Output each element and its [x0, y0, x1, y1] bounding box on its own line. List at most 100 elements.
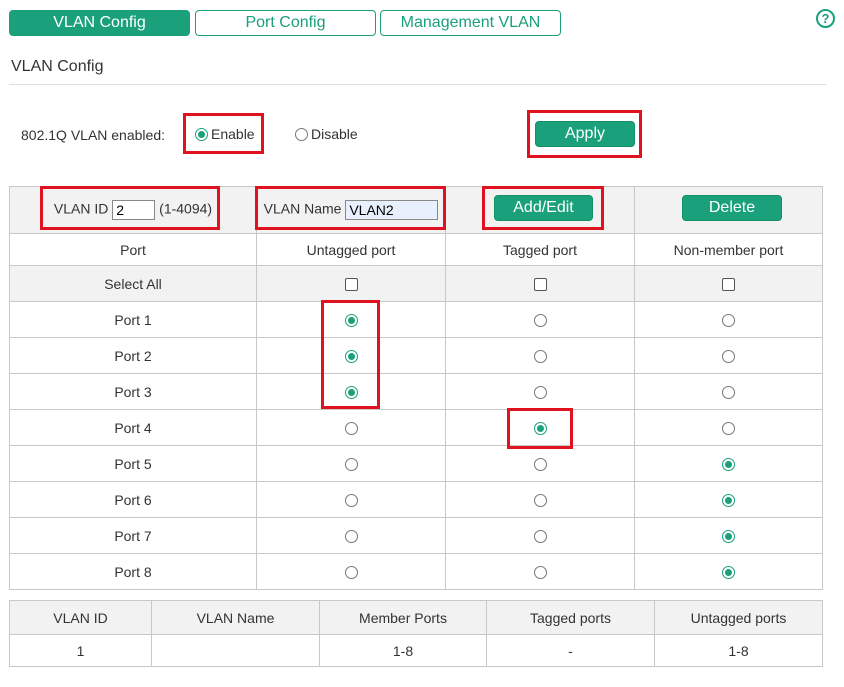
port-nonmember-cell — [634, 553, 823, 590]
port-tagged-radio[interactable] — [533, 386, 547, 400]
port-tagged-cell — [445, 517, 635, 554]
port-nonmember-radio[interactable] — [722, 530, 735, 544]
port-nonmember-radio[interactable] — [722, 494, 735, 508]
table-row: 1 1-8-1-8 — [9, 634, 823, 667]
delete-button[interactable]: Delete — [682, 195, 782, 221]
select-all-tagged-cell — [445, 265, 635, 302]
port-nonmember-radio[interactable] — [722, 458, 735, 472]
port-name: Port 8 — [9, 553, 257, 590]
port-name: Port 2 — [9, 337, 257, 374]
disable-label: Disable — [311, 126, 358, 142]
port-tagged-radio[interactable] — [533, 350, 547, 364]
port-untagged-cell — [256, 517, 446, 554]
port-untagged-radio[interactable] — [344, 422, 358, 436]
table-cell: 1-8 — [319, 634, 487, 667]
summary-header-tagged-ports: Tagged ports — [486, 600, 655, 635]
select-all-label: Select All — [9, 265, 257, 302]
table-row: Port 2 — [9, 337, 823, 374]
port-nonmember-cell — [634, 301, 823, 338]
header-port: Port — [9, 233, 257, 266]
summary-header-vlan-id: VLAN ID — [9, 600, 152, 635]
port-nonmember-cell — [634, 445, 823, 482]
table-cell — [151, 634, 320, 667]
apply-button[interactable]: Apply — [535, 121, 635, 147]
table-row: Port 6 — [9, 481, 823, 518]
header-nonmember: Non-member port — [634, 233, 823, 266]
header-tagged: Tagged port — [445, 233, 635, 266]
port-untagged-radio[interactable] — [344, 530, 358, 544]
select-all-tagged-checkbox[interactable] — [533, 278, 547, 292]
disable-radio-option[interactable]: Disable — [295, 126, 358, 142]
table-row: Port 3 — [9, 373, 823, 410]
table-cell: 1 — [9, 634, 152, 667]
disable-radio[interactable] — [295, 127, 308, 141]
tab-management-vlan[interactable]: Management VLAN — [380, 10, 561, 36]
highlight-vlan-id — [40, 186, 220, 230]
port-untagged-radio[interactable] — [344, 494, 358, 508]
select-all-nonmember-checkbox[interactable] — [722, 278, 735, 292]
port-name: Port 7 — [9, 517, 257, 554]
select-all-untagged-checkbox[interactable] — [344, 278, 358, 292]
table-row: Port 1 — [9, 301, 823, 338]
port-untagged-cell — [256, 409, 446, 446]
select-all-untagged-cell — [256, 265, 446, 302]
question-circle-icon[interactable]: ? — [816, 9, 835, 28]
port-tagged-radio[interactable] — [533, 530, 547, 544]
highlight-tagged-port — [507, 408, 573, 449]
section-title: VLAN Config — [11, 58, 104, 75]
tab-port-config[interactable]: Port Config — [195, 10, 376, 36]
port-nonmember-radio[interactable] — [722, 350, 735, 364]
port-tagged-radio[interactable] — [533, 314, 547, 328]
port-tagged-cell — [445, 301, 635, 338]
enable-label: Enable — [211, 126, 255, 142]
table-cell: 1-8 — [654, 634, 823, 667]
port-nonmember-cell — [634, 517, 823, 554]
port-tagged-cell — [445, 553, 635, 590]
port-untagged-radio[interactable] — [344, 566, 358, 580]
port-nonmember-cell — [634, 337, 823, 374]
port-untagged-radio[interactable] — [344, 458, 358, 472]
port-nonmember-radio[interactable] — [722, 422, 735, 436]
port-untagged-cell — [256, 445, 446, 482]
table-cell: - — [486, 634, 655, 667]
summary-header-vlan-name: VLAN Name — [151, 600, 320, 635]
port-tagged-cell — [445, 337, 635, 374]
vlan-summary-table: VLAN ID VLAN Name Member Ports Tagged po… — [9, 600, 823, 667]
port-config-table: VLAN ID 2 (1-4094) VLAN Name VLAN2 Port … — [9, 186, 823, 590]
summary-header-untagged-ports: Untagged ports — [654, 600, 823, 635]
port-tagged-radio[interactable] — [533, 494, 547, 508]
port-tagged-radio[interactable] — [533, 458, 547, 472]
port-name: Port 4 — [9, 409, 257, 446]
port-tagged-cell — [445, 373, 635, 410]
port-tagged-cell — [445, 445, 635, 482]
select-all-nonmember-cell — [634, 265, 823, 302]
port-nonmember-cell — [634, 481, 823, 518]
table-row: Port 8 — [9, 553, 823, 590]
highlight-vlan-name — [255, 186, 446, 230]
port-untagged-cell — [256, 481, 446, 518]
enable-radio[interactable] — [195, 127, 208, 141]
highlight-add-edit — [482, 186, 604, 230]
table-row: Port 5 — [9, 445, 823, 482]
table-row: Port 4 — [9, 409, 823, 446]
port-nonmember-cell — [634, 409, 823, 446]
port-name: Port 1 — [9, 301, 257, 338]
port-untagged-cell — [256, 553, 446, 590]
port-name: Port 3 — [9, 373, 257, 410]
port-nonmember-radio[interactable] — [722, 386, 735, 400]
divider — [9, 84, 826, 85]
table-row: Port 7 — [9, 517, 823, 554]
vlan-enabled-label: 802.1Q VLAN enabled: — [21, 127, 165, 143]
port-tagged-radio[interactable] — [533, 566, 547, 580]
port-tagged-cell — [445, 481, 635, 518]
port-nonmember-radio[interactable] — [722, 566, 735, 580]
tab-vlan-config[interactable]: VLAN Config — [9, 10, 190, 36]
highlight-untagged-ports — [321, 300, 380, 409]
enable-radio-option[interactable]: Enable — [195, 126, 255, 142]
summary-header-member-ports: Member Ports — [319, 600, 487, 635]
port-nonmember-radio[interactable] — [722, 314, 735, 328]
port-name: Port 6 — [9, 481, 257, 518]
port-nonmember-cell — [634, 373, 823, 410]
port-name: Port 5 — [9, 445, 257, 482]
header-untagged: Untagged port — [256, 233, 446, 266]
